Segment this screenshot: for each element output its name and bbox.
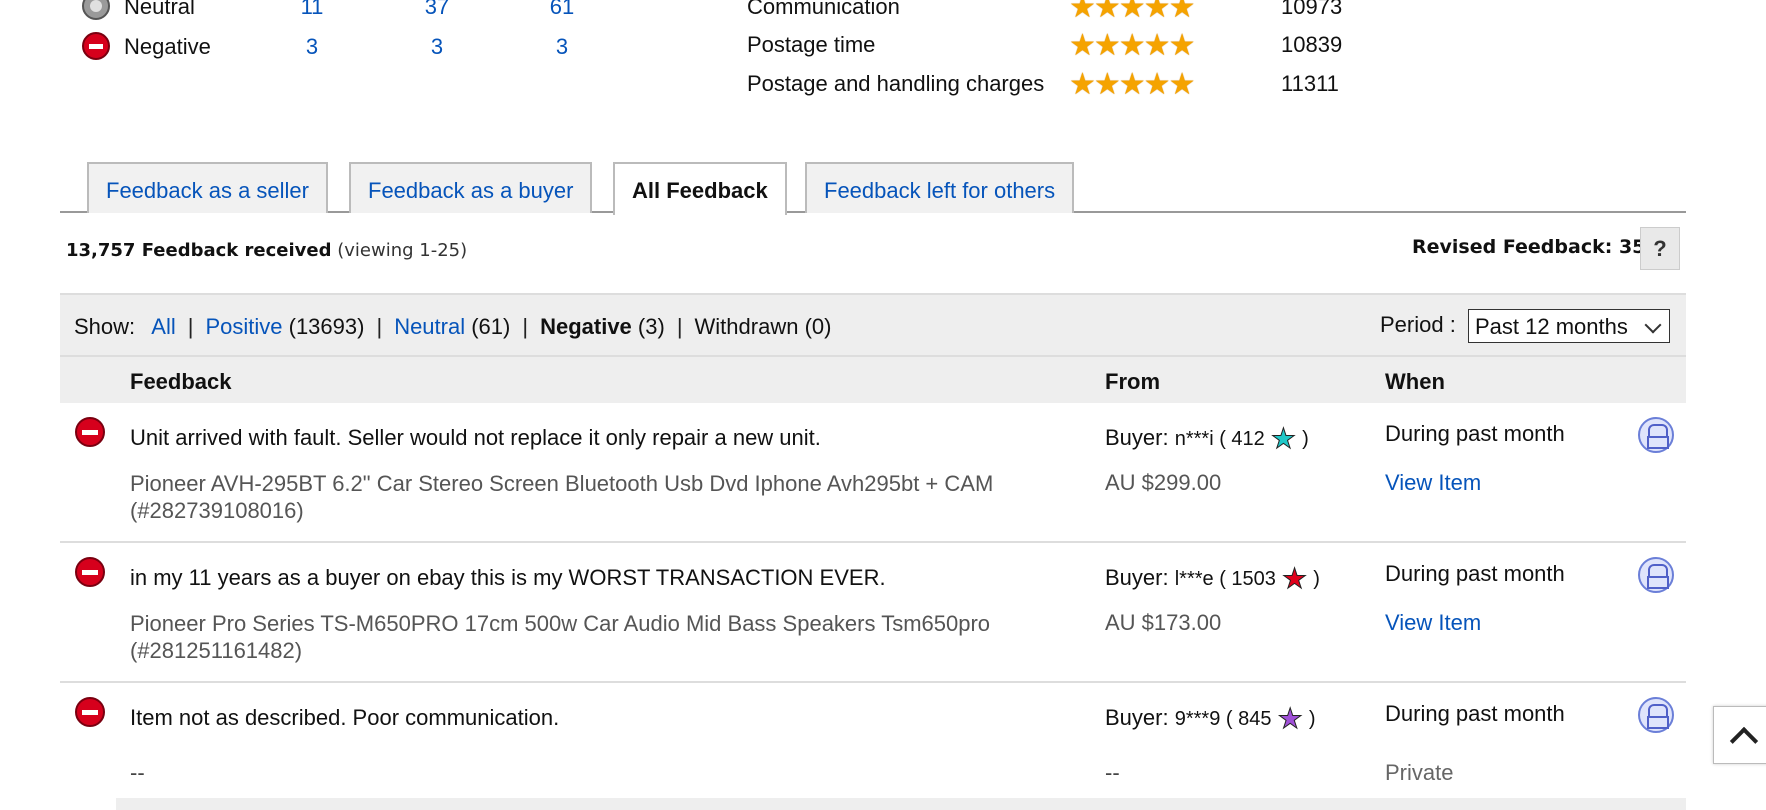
item-title-empty: -- [130,760,145,785]
filter-neutral-link[interactable]: Neutral [394,314,465,339]
filter-separator: | [522,314,529,339]
negative-icon [82,32,110,60]
feedback-table-header: Feedback From When [60,357,1686,403]
viewing-range: (viewing 1-25) [337,240,468,261]
feedback-comment: Unit arrived with fault. Seller would no… [130,425,821,450]
star-rating-icon: ★★★★★ [1069,29,1195,62]
rating-row-negative: Negative 3 3 3 [80,26,680,66]
revised-feedback-count: Revised Feedback: 35 [1412,236,1646,258]
buyer-info: Buyer: l***e ( 1503 ★ ) [1105,564,1320,593]
feedback-comment: in my 11 years as a buyer on ebay this i… [130,565,886,590]
dsr-label: Communication [747,0,900,19]
dsr-label: Postage time [747,32,876,57]
dsr-count: 10973 [1281,0,1343,19]
filter-negative-selected: Negative [540,314,632,339]
negative-feedback-icon [75,557,105,587]
filter-negative-count: (3) [637,314,665,339]
rating-count-6-months[interactable]: 37 [417,0,457,20]
filter-separator: | [676,314,683,339]
buyer-info: Buyer: n***i ( 412 ★ ) [1105,424,1309,453]
tab-feedback-left-for-others[interactable]: Feedback left for others [805,162,1075,213]
feedback-when: During past month [1385,561,1565,586]
buyer-rating-star-icon[interactable]: ★ [1270,424,1296,453]
reply-badge-icon[interactable] [1638,697,1674,733]
feedback-tabs: Feedback as a seller Feedback as a buyer… [60,160,1686,215]
column-header-from: From [1105,369,1160,394]
negative-feedback-icon [75,417,105,447]
filter-positive-link[interactable]: Positive [205,314,282,339]
table-row: Item not as described. Poor communicatio… [60,683,1686,810]
view-item-link[interactable]: View Item [1385,610,1481,636]
feedback-when: During past month [1385,421,1565,446]
filter-withdrawn-count: (0) [804,314,832,339]
reply-badge-icon[interactable] [1638,417,1674,453]
star-rating-icon: ★★★★★ [1069,0,1195,24]
rating-label: Negative [124,34,211,59]
rating-label: Neutral [124,0,195,19]
show-filters: Show: All | Positive (13693) | Neutral (61) |… [74,314,831,340]
item-title: Pioneer AVH-295BT 6.2" Car Stereo Screen… [130,471,994,523]
neutral-icon [82,0,110,20]
item-price-empty: -- [1105,760,1120,785]
buyer-handle-close: ) [1308,708,1316,730]
feedback-when: During past month [1385,701,1565,726]
buyer-rating-star-icon[interactable]: ★ [1277,704,1303,733]
buyer-prefix: Buyer: [1105,565,1169,590]
filter-withdrawn-label: Withdrawn [694,314,799,339]
feedback-received-count: 13,757 Feedback received [66,240,332,261]
table-row: Unit arrived with fault. Seller would no… [60,403,1686,543]
buyer-handle-close: ) [1313,568,1320,590]
dsr-label: Postage and handling charges [747,71,1045,96]
rating-count-12-months[interactable]: 3 [542,34,582,60]
rating-count-12-months[interactable]: 61 [542,0,582,20]
filter-neutral-count: (61) [471,314,511,339]
item-price: AU $173.00 [1105,610,1222,635]
period-label: Period : [1380,312,1456,337]
negative-feedback-icon [75,697,105,727]
column-header-feedback: Feedback [130,369,232,394]
buyer-rating-star-icon[interactable]: ★ [1282,564,1308,593]
reply-badge-icon[interactable] [1638,557,1674,593]
buyer-handle[interactable]: n***i ( 412 [1175,428,1265,450]
tab-feedback-as-seller[interactable]: Feedback as a seller [87,162,328,213]
period-select[interactable]: Past 12 months [1468,309,1670,343]
help-button[interactable]: ? [1640,227,1680,270]
tab-feedback-as-buyer[interactable]: Feedback as a buyer [349,162,593,213]
filter-separator: | [376,314,383,339]
feedback-summary: 13,757 Feedback received (viewing 1-25) [66,240,467,261]
rating-count-1-month[interactable]: 11 [292,0,332,20]
tab-all-feedback[interactable]: All Feedback [613,162,787,215]
chevron-down-icon [1644,316,1662,334]
star-rating-icon: ★★★★★ [1069,68,1195,101]
buyer-info: Buyer: 9***9 ( 845 ★ ) [1105,704,1316,733]
filter-positive-count: (13693) [288,314,365,339]
rating-count-6-months[interactable]: 3 [417,34,457,60]
buyer-handle-close: ) [1302,428,1309,450]
view-item-link[interactable]: View Item [1385,470,1481,496]
table-row: in my 11 years as a buyer on ebay this i… [60,543,1686,683]
buyer-handle[interactable]: l***e ( 1503 [1175,568,1276,590]
dsr-row: Postage and handling charges ★★★★★ 11311 [747,63,1367,103]
filter-all-link[interactable]: All [151,314,175,339]
buyer-prefix: Buyer: [1105,705,1169,730]
dsr-count: 10839 [1281,32,1343,57]
feedback-comment: Item not as described. Poor communicatio… [130,705,560,730]
rating-row-neutral: Neutral 11 37 61 [80,0,680,26]
dsr-count: 11311 [1281,71,1339,96]
column-header-when: When [1385,369,1445,394]
item-price: AU $299.00 [1105,470,1222,495]
period-selected-value: Past 12 months [1475,314,1628,339]
private-listing-label: Private [1385,760,1454,785]
buyer-handle[interactable]: 9***9 ( 845 [1175,708,1272,730]
dsr-row: Communication ★★★★★ 10973 [747,0,1367,26]
scroll-to-top-button[interactable] [1713,706,1766,764]
show-label: Show: [74,314,136,339]
dsr-row: Postage time ★★★★★ 10839 [747,24,1367,64]
feedback-filter-bar: Show: All | Positive (13693) | Neutral (61) |… [60,293,1686,357]
rating-count-1-month[interactable]: 3 [292,34,332,60]
item-title: Pioneer Pro Series TS-M650PRO 17cm 500w … [130,611,991,663]
buyer-prefix: Buyer: [1105,425,1169,450]
filter-separator: | [187,314,194,339]
